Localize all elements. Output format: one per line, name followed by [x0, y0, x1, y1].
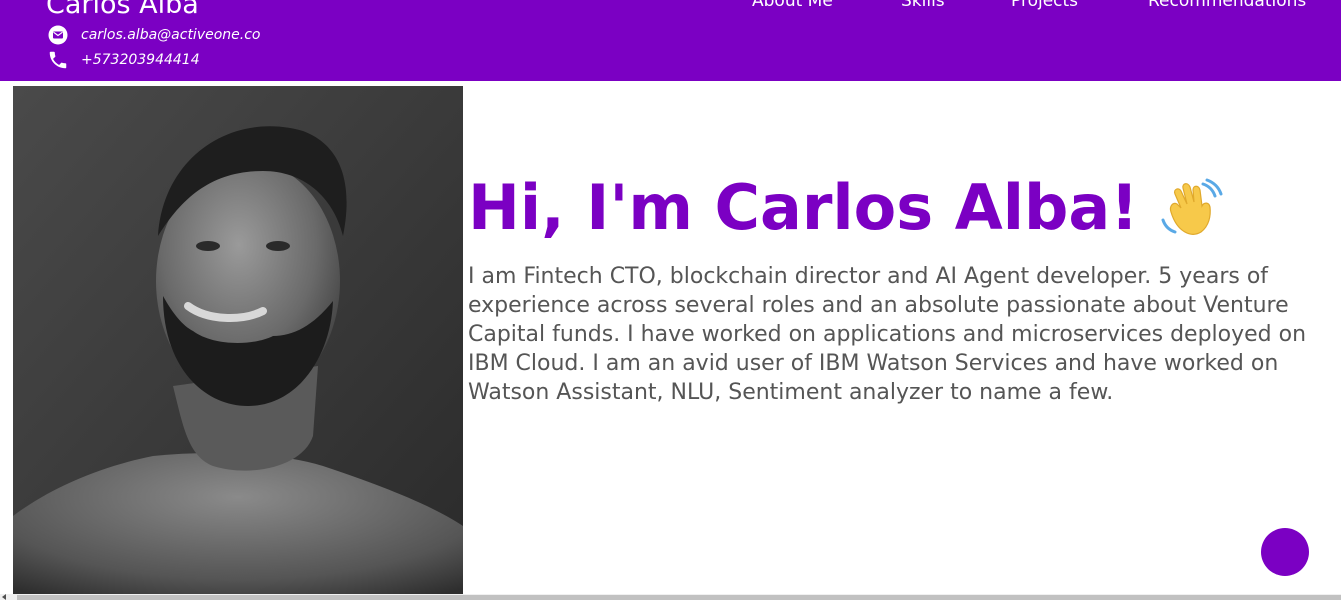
email-icon — [47, 24, 69, 46]
contact-email[interactable]: carlos.alba@activeone.co — [47, 24, 260, 46]
horizontal-scrollbar[interactable] — [0, 594, 1341, 600]
profile-photo — [13, 86, 463, 600]
site-header: Carlos Alba carlos.alba@activeone.co +57… — [0, 0, 1341, 81]
floating-action-button[interactable] — [1261, 528, 1309, 576]
phone-link[interactable]: +573203944414 — [81, 52, 200, 68]
scrollbar-thumb[interactable] — [17, 595, 1341, 600]
email-link[interactable]: carlos.alba@activeone.co — [81, 27, 260, 43]
nav-item-skills[interactable]: Skills — [901, 0, 945, 11]
contact-phone[interactable]: +573203944414 — [47, 49, 200, 71]
nav-item-about-me[interactable]: About Me — [752, 0, 833, 11]
hero-title: Hi, I'm Carlos Alba! — [468, 168, 1223, 248]
main-nav: About Me Skills Projects Recommendations — [0, 0, 1341, 11]
scroll-left-arrow-icon[interactable] — [2, 594, 6, 600]
nav-item-recommendations[interactable]: Recommendations — [1148, 0, 1306, 11]
hero-bio: I am Fintech CTO, blockchain director an… — [468, 264, 1307, 405]
hero-title-text: Hi, I'm Carlos Alba! — [468, 171, 1139, 244]
nav-item-projects[interactable]: Projects — [1011, 0, 1078, 11]
phone-icon — [47, 49, 69, 71]
waving-hand-icon — [1159, 176, 1223, 240]
